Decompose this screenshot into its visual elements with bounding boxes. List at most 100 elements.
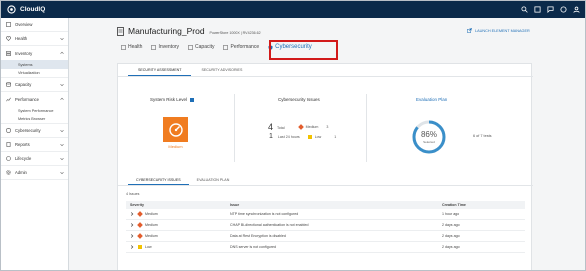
sidebar-item-admin[interactable]: Admin bbox=[1, 166, 68, 180]
chevron-right-icon[interactable] bbox=[130, 234, 134, 238]
sidebar-subitem-metrics-browser[interactable]: Metrics Browser bbox=[1, 115, 68, 124]
evaluation-count: 6 of 7 tests bbox=[473, 134, 492, 138]
sidebar-subitem-virtualization[interactable]: Virtualization bbox=[1, 69, 68, 78]
launch-element-manager-link[interactable]: LAUNCH ELEMENT MANAGER bbox=[467, 28, 530, 33]
medium-severity-icon bbox=[137, 211, 143, 217]
inventory-icon bbox=[6, 50, 11, 56]
tab-performance[interactable]: Performance bbox=[223, 44, 259, 50]
tab-cybersecurity-issues[interactable]: CYBERSECURITY ISSUES bbox=[128, 175, 189, 185]
gear-icon bbox=[6, 170, 11, 175]
sidebar-item-reports[interactable]: Reports bbox=[1, 138, 68, 152]
total-label: Total bbox=[277, 126, 285, 130]
reports-icon bbox=[6, 142, 11, 147]
cybersecurity-issues-heading: Cybersecurity Issues bbox=[278, 97, 320, 102]
severity-value: Medium bbox=[145, 223, 158, 227]
sidebar-item-label: Inventory bbox=[15, 50, 33, 56]
help-icon[interactable] bbox=[558, 4, 568, 14]
sidebar-subitem-system-performance[interactable]: System Performance bbox=[1, 106, 68, 115]
table-row[interactable]: Medium NTP time synchronization is not c… bbox=[126, 209, 525, 220]
tab-security-assessment[interactable]: SECURITY ASSESSMENT bbox=[128, 64, 192, 76]
sidebar-item-capacity[interactable]: Capacity bbox=[1, 78, 68, 92]
lifecycle-icon bbox=[6, 156, 11, 161]
issues-table: Severity Issue Creation Time Medium NTP … bbox=[126, 201, 525, 253]
main-content: Manufacturing_Prod PowerStore 1000X | RV… bbox=[69, 18, 585, 270]
app-window: CloudIQ Overview Health Inventory System… bbox=[0, 0, 586, 271]
total-issues-count: 4 bbox=[268, 122, 274, 132]
sidebar-subitem-systems[interactable]: Systems bbox=[1, 60, 68, 69]
evaluation-sub: Selected bbox=[423, 140, 435, 144]
performance-icon bbox=[6, 97, 11, 101]
sidebar-item-inventory[interactable]: Inventory bbox=[1, 46, 68, 60]
sidebar-item-label: Overview bbox=[15, 22, 33, 27]
chevron-down-icon bbox=[60, 157, 64, 161]
severity-value: Medium bbox=[145, 234, 158, 238]
time-value: 2 days ago bbox=[442, 245, 460, 249]
sidebar-item-health[interactable]: Health bbox=[1, 32, 68, 46]
table-row[interactable]: Low DNS server is not configured 2 days … bbox=[126, 242, 525, 253]
chevron-right-icon[interactable] bbox=[130, 223, 134, 227]
sidebar-item-label: Capacity bbox=[15, 82, 32, 87]
tab-inventory[interactable]: Inventory bbox=[151, 44, 179, 50]
medium-severity-icon bbox=[297, 124, 304, 130]
evaluation-plan-link[interactable]: Evaluation Plan bbox=[416, 97, 447, 102]
table-header: Severity Issue Creation Time bbox=[126, 201, 525, 209]
column-header-issue[interactable]: Issue bbox=[230, 203, 442, 207]
column-header-severity[interactable]: Severity bbox=[126, 203, 230, 207]
low-count: 1 bbox=[334, 134, 337, 139]
sidebar-item-lifecycle[interactable]: Lifecycle bbox=[1, 152, 68, 166]
user-icon[interactable] bbox=[571, 4, 581, 14]
search-icon[interactable] bbox=[519, 4, 529, 14]
medium-severity-icon bbox=[137, 233, 143, 239]
chevron-right-icon[interactable] bbox=[130, 245, 134, 249]
sidebar-item-performance[interactable]: Performance bbox=[1, 92, 68, 106]
issues-tabs: CYBERSECURITY ISSUES EVALUATION PLAN bbox=[128, 175, 237, 185]
cloudiq-logo-icon bbox=[7, 5, 16, 14]
low-label: Low bbox=[314, 134, 322, 139]
tab-label: Performance bbox=[230, 44, 260, 50]
table-row[interactable]: Medium CHAP Bi-directional authenticatio… bbox=[126, 220, 525, 231]
chevron-up-icon bbox=[60, 97, 64, 100]
chevron-down-icon bbox=[60, 37, 64, 41]
app-name: CloudIQ bbox=[20, 6, 46, 13]
risk-level-badge bbox=[163, 117, 188, 142]
divider bbox=[366, 94, 367, 162]
table-row[interactable]: Medium Data at Rest Encryption is disabl… bbox=[126, 231, 525, 242]
divider bbox=[118, 185, 533, 186]
last24-label: Last 24 hours bbox=[277, 134, 300, 139]
tab-health[interactable]: Health bbox=[121, 44, 142, 50]
divider bbox=[234, 94, 235, 162]
issue-value: DNS server is not configured bbox=[230, 245, 276, 249]
tab-security-advisories[interactable]: SECURITY ADVISORIES bbox=[191, 64, 252, 76]
chevron-up-icon bbox=[60, 51, 64, 54]
risk-level-heading: System Risk Level bbox=[150, 97, 195, 102]
sidebar-item-cybersecurity[interactable]: Cybersecurity bbox=[1, 124, 68, 138]
tab-capacity[interactable]: Capacity bbox=[188, 44, 214, 50]
info-icon[interactable] bbox=[190, 97, 195, 102]
sidebar-item-overview[interactable]: Overview bbox=[1, 18, 68, 32]
highlight-box bbox=[269, 40, 338, 60]
sidebar-item-label: Admin bbox=[15, 170, 27, 175]
storage-system-icon bbox=[117, 26, 124, 36]
severity-value: Low bbox=[145, 245, 152, 249]
top-bar: CloudIQ bbox=[1, 1, 585, 18]
issue-value: Data at Rest Encryption is disabled bbox=[230, 234, 286, 238]
time-value: 2 days ago bbox=[442, 223, 460, 227]
medium-summary: Medium 3 bbox=[297, 124, 329, 130]
capacity-icon bbox=[6, 82, 11, 87]
tab-label: Capacity bbox=[195, 44, 215, 50]
issue-value: CHAP Bi-directional authentication is no… bbox=[230, 223, 309, 227]
inventory-icon bbox=[151, 44, 157, 50]
chat-icon[interactable] bbox=[545, 4, 555, 14]
launch-label: LAUNCH ELEMENT MANAGER bbox=[475, 28, 530, 33]
low-severity-icon bbox=[138, 245, 142, 249]
column-header-creation-time[interactable]: Creation Time bbox=[442, 203, 525, 207]
chevron-right-icon[interactable] bbox=[130, 212, 134, 216]
tab-evaluation-plan[interactable]: EVALUATION PLAN bbox=[189, 175, 238, 185]
chevron-down-icon bbox=[60, 83, 64, 87]
medium-count: 3 bbox=[326, 125, 329, 129]
medium-label: Medium bbox=[305, 125, 319, 129]
notification-icon[interactable] bbox=[532, 4, 542, 14]
home-icon bbox=[6, 22, 11, 27]
severity-value: Medium bbox=[145, 212, 158, 216]
time-value: 1 hour ago bbox=[442, 212, 460, 216]
